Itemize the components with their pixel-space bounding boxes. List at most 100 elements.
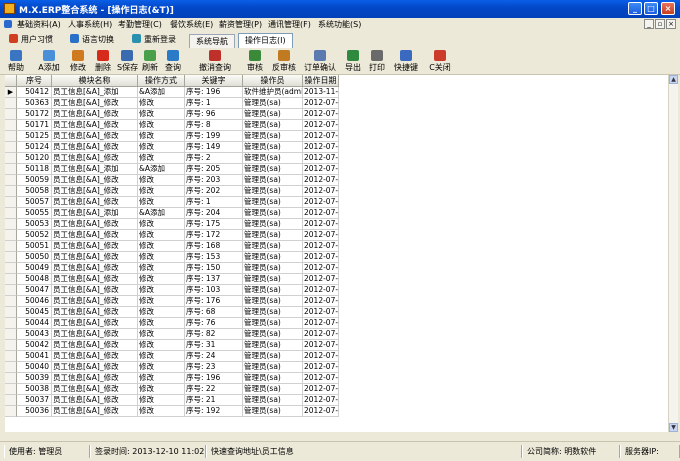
shortcut-keys-button[interactable]: 快捷键 [391, 50, 421, 73]
cell-id[interactable]: 50046 [17, 296, 52, 307]
row-indicator[interactable] [5, 241, 17, 252]
cell-module[interactable]: 员工信息[&A]_修改 [52, 241, 138, 252]
cell-module[interactable]: 员工信息[&A]_修改 [52, 142, 138, 153]
cell-id[interactable]: 50036 [17, 406, 52, 417]
cell-method[interactable]: 修改 [138, 109, 185, 120]
cell-operator[interactable]: 管理员(sa) [243, 406, 303, 417]
cell-method[interactable]: 修改 [138, 219, 185, 230]
table-row[interactable]: 50125 员工信息[&A]_修改 修改 序号: 199 管理员(sa) 2012-07-… [5, 131, 339, 142]
cell-module[interactable]: 员工信息[&A]_修改 [52, 285, 138, 296]
table-row[interactable]: 50036 员工信息[&A]_修改 修改 序号: 192 管理员(sa) 2012-07-… [5, 406, 339, 417]
cell-keyword[interactable]: 序号: 96 [185, 109, 243, 120]
audit-button[interactable]: 审核 [243, 50, 267, 73]
cell-keyword[interactable]: 序号: 199 [185, 131, 243, 142]
cell-keyword[interactable]: 序号: 168 [185, 241, 243, 252]
cell-keyword[interactable]: 序号: 196 [185, 373, 243, 384]
cell-date[interactable]: 2012-07-02 [303, 307, 339, 318]
cell-module[interactable]: 员工信息[&A]_修改 [52, 109, 138, 120]
cell-keyword[interactable]: 序号: 22 [185, 384, 243, 395]
cell-keyword[interactable]: 序号: 196 [185, 87, 243, 98]
cell-date[interactable]: 2012-07-03 [303, 197, 339, 208]
cell-date[interactable]: 2012-07-04 [303, 120, 339, 131]
cell-date[interactable]: 2012-07-06 [303, 98, 339, 109]
cell-module[interactable]: 员工信息[&A]_修改 [52, 395, 138, 406]
scroll-up-icon[interactable]: ▲ [669, 75, 678, 84]
cell-module[interactable]: 员工信息[&A]_修改 [52, 362, 138, 373]
cell-operator[interactable]: 管理员(sa) [243, 329, 303, 340]
col-header-method[interactable]: 操作方式 [138, 75, 185, 87]
cell-method[interactable]: 修改 [138, 373, 185, 384]
cell-operator[interactable]: 管理员(sa) [243, 307, 303, 318]
cell-date[interactable]: 2012-07-03 [303, 208, 339, 219]
cell-date[interactable]: 2012-07-02 [303, 219, 339, 230]
cell-keyword[interactable]: 序号: 202 [185, 186, 243, 197]
cell-method[interactable]: 修改 [138, 263, 185, 274]
cell-method[interactable]: 修改 [138, 329, 185, 340]
cell-method[interactable]: 修改 [138, 230, 185, 241]
table-row[interactable]: 50118 员工信息[&A]_添加 &A添加 序号: 205 管理员(sa) 2012-0… [5, 164, 339, 175]
cell-id[interactable]: 50043 [17, 329, 52, 340]
cell-id[interactable]: 50041 [17, 351, 52, 362]
row-indicator[interactable] [5, 384, 17, 395]
cell-keyword[interactable]: 序号: 203 [185, 175, 243, 186]
cell-id[interactable]: 50050 [17, 252, 52, 263]
cell-date[interactable]: 2012-07-02 [303, 241, 339, 252]
table-row[interactable]: 50043员工信息[&A]_修改修改序号: 82管理员(sa)2012-07-0… [5, 329, 339, 340]
cell-date[interactable]: 2012-07-02 [303, 373, 339, 384]
table-row[interactable]: 50047 员工信息[&A]_修改 修改 序号: 103 管理员(sa) 2012-07-… [5, 285, 339, 296]
row-indicator[interactable] [5, 274, 17, 285]
cell-module[interactable]: 员工信息[&A]_修改 [52, 329, 138, 340]
row-indicator[interactable] [5, 285, 17, 296]
tab-user-habits[interactable]: 用户习惯 [9, 33, 53, 46]
cell-keyword[interactable]: 序号: 204 [185, 208, 243, 219]
cell-operator[interactable]: 管理员(sa) [243, 285, 303, 296]
cell-method[interactable]: &A添加 [138, 164, 185, 175]
cell-operator[interactable]: 管理员(sa) [243, 120, 303, 131]
cell-keyword[interactable]: 序号: 1 [185, 197, 243, 208]
row-indicator[interactable] [5, 153, 17, 164]
row-indicator[interactable] [5, 362, 17, 373]
cell-date[interactable]: 2012-07-02 [303, 340, 339, 351]
cell-operator[interactable]: 管理员(sa) [243, 219, 303, 230]
table-row[interactable]: 50120员工信息[&A]_修改修改序号: 2管理员(sa)2012-07-04 [5, 153, 339, 164]
cell-method[interactable]: 修改 [138, 98, 185, 109]
table-row[interactable]: 50171员工信息[&A]_修改修改序号: 8管理员(sa)2012-07-04 [5, 120, 339, 131]
cell-date[interactable]: 2013-11-26 [303, 87, 339, 98]
row-indicator[interactable] [5, 252, 17, 263]
row-indicator[interactable] [5, 230, 17, 241]
cell-method[interactable]: 修改 [138, 274, 185, 285]
menu-catering[interactable]: 餐饮系统(E) [170, 19, 213, 30]
cell-method[interactable]: 修改 [138, 186, 185, 197]
cell-id[interactable]: 50042 [17, 340, 52, 351]
cell-id[interactable]: 50053 [17, 219, 52, 230]
cell-module[interactable]: 员工信息[&A]_修改 [52, 153, 138, 164]
cell-keyword[interactable]: 序号: 21 [185, 395, 243, 406]
table-row[interactable]: 50042员工信息[&A]_修改修改序号: 31管理员(sa)2012-07-0… [5, 340, 339, 351]
cell-id[interactable]: 50171 [17, 120, 52, 131]
cancel-query-button[interactable]: 撤消查询 [193, 50, 237, 73]
cell-module[interactable]: 员工信息[&A]_修改 [52, 131, 138, 142]
cell-keyword[interactable]: 序号: 2 [185, 153, 243, 164]
cell-id[interactable]: 50039 [17, 373, 52, 384]
cell-method[interactable]: 修改 [138, 142, 185, 153]
cell-keyword[interactable]: 序号: 192 [185, 406, 243, 417]
row-indicator[interactable] [5, 208, 17, 219]
cell-date[interactable]: 2012-07-02 [303, 296, 339, 307]
cell-module[interactable]: 员工信息[&A]_修改 [52, 307, 138, 318]
cell-module[interactable]: 员工信息[&A]_修改 [52, 219, 138, 230]
cell-module[interactable]: 员工信息[&A]_修改 [52, 197, 138, 208]
cell-method[interactable]: 修改 [138, 307, 185, 318]
cell-module[interactable]: 员工信息[&A]_修改 [52, 98, 138, 109]
delete-button[interactable]: 删除 [92, 50, 114, 73]
row-indicator[interactable] [5, 120, 17, 131]
cell-date[interactable]: 2012-07-04 [303, 109, 339, 120]
close-window-button[interactable]: × [661, 2, 675, 15]
table-row[interactable]: 50055 员工信息[&A]_添加 &A添加 序号: 204 管理员(sa) 2012-0… [5, 208, 339, 219]
table-row[interactable]: 50049 员工信息[&A]_修改 修改 序号: 150 管理员(sa) 2012-07-… [5, 263, 339, 274]
cell-operator[interactable]: 管理员(sa) [243, 274, 303, 285]
cell-keyword[interactable]: 序号: 149 [185, 142, 243, 153]
cell-method[interactable]: 修改 [138, 252, 185, 263]
cell-operator[interactable]: 管理员(sa) [243, 197, 303, 208]
cell-method[interactable]: 修改 [138, 131, 185, 142]
scroll-down-icon[interactable]: ▼ [669, 423, 678, 432]
